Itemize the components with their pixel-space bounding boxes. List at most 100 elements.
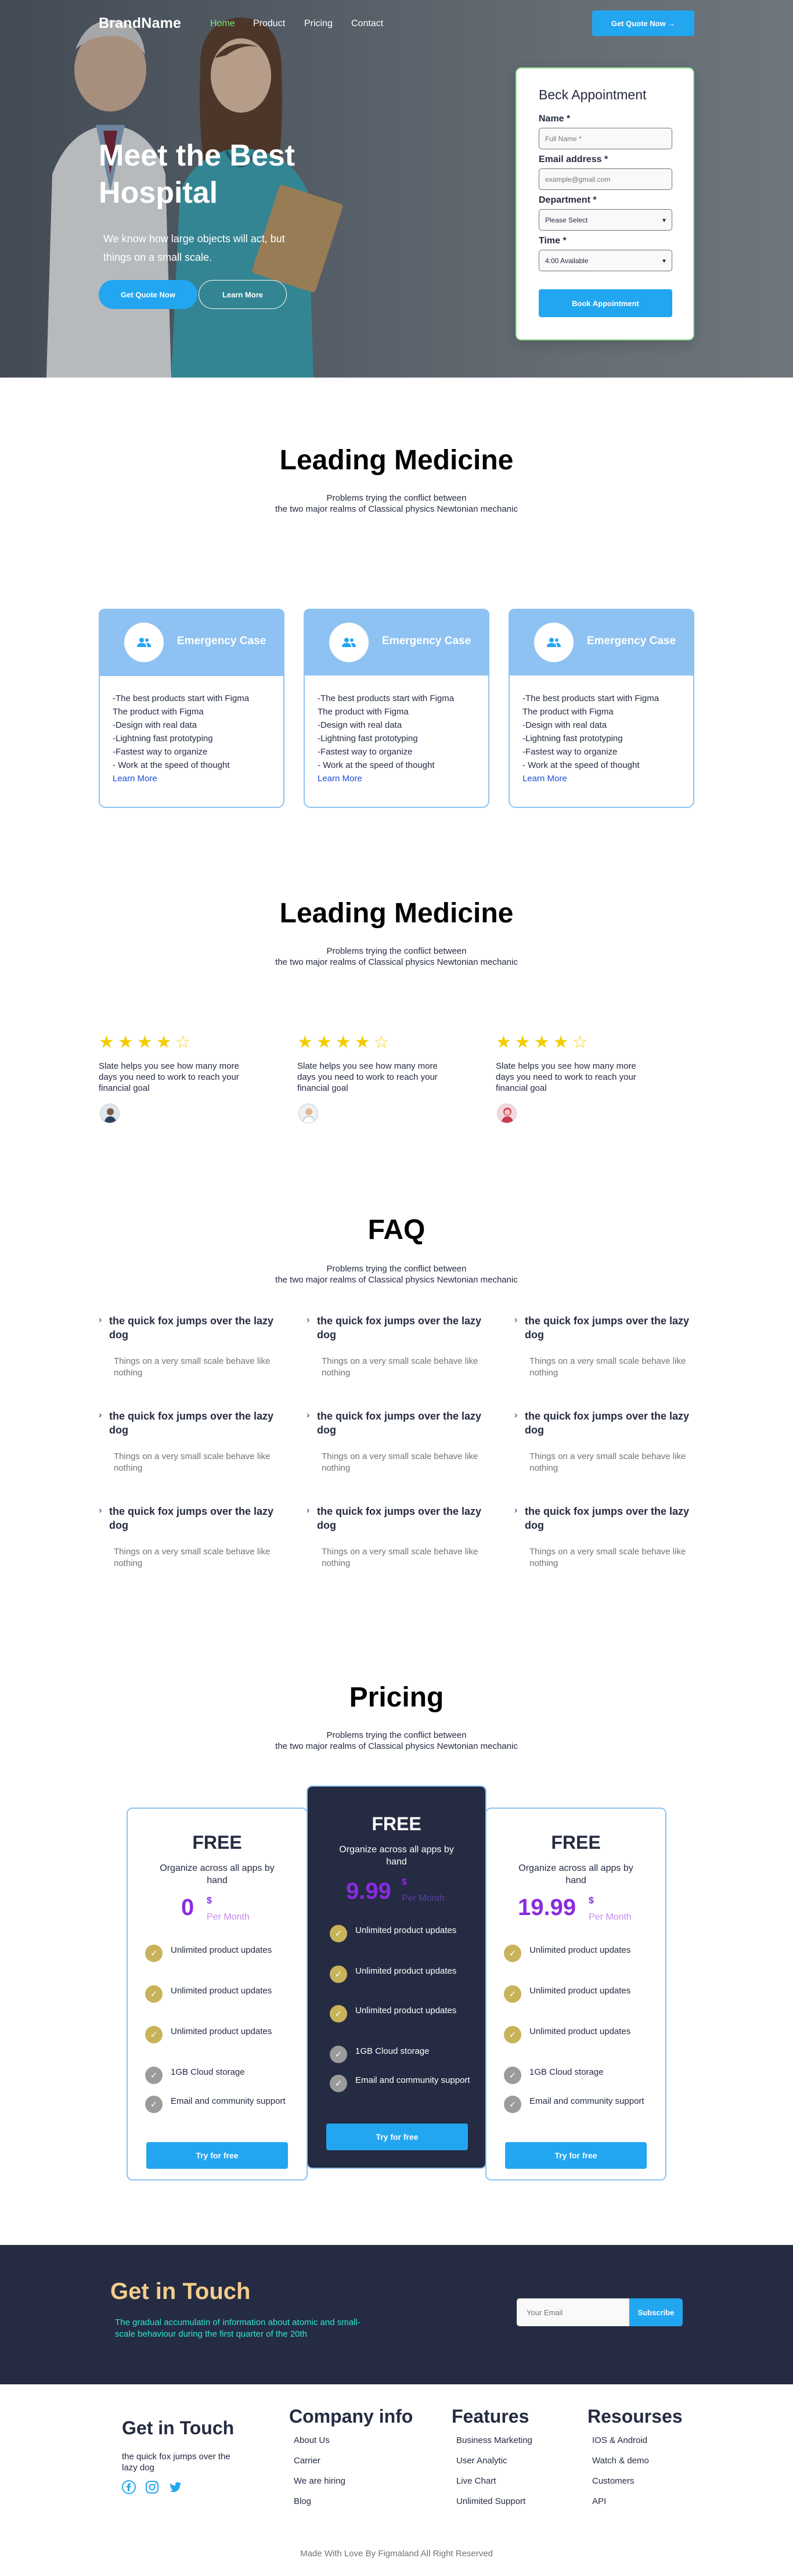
faq-answer: Things on a very small scale behave like…: [529, 1452, 686, 1473]
time-select[interactable]: 4:00 Available ▾: [539, 250, 672, 271]
service-learn-more-link[interactable]: Learn More: [113, 774, 157, 784]
department-select[interactable]: Please Select ▾: [539, 209, 672, 231]
star-outline-icon: ☆: [373, 1033, 390, 1052]
chevron-right-icon: ›: [307, 1506, 310, 1515]
testimonials-subtitle-2: the two major realms of Classical physic…: [275, 957, 518, 967]
chevron-down-icon: ▾: [662, 256, 666, 265]
star-icon: ★: [514, 1033, 531, 1052]
footer-link[interactable]: About Us: [294, 2435, 330, 2445]
footer-link[interactable]: Unlimited Support: [456, 2496, 525, 2506]
service-feature: -Design with real data: [113, 720, 197, 730]
avatar: [100, 1104, 120, 1123]
plan-period: Per Month: [589, 1912, 632, 1922]
faq-question: the quick fox jumps over the lazy dog: [317, 1315, 482, 1341]
plan-feature-label: Unlimited product updates: [355, 2006, 457, 2015]
faq-item[interactable]: › the quick fox jumps over the lazy dog …: [99, 1314, 290, 1378]
faq-item[interactable]: › the quick fox jumps over the lazy dog …: [514, 1409, 706, 1473]
faq-item[interactable]: › the quick fox jumps over the lazy dog …: [99, 1409, 290, 1473]
brand-logo[interactable]: BrandName: [99, 15, 181, 32]
plan-feature-label: Unlimited product updates: [171, 1986, 272, 1996]
faq-item[interactable]: › the quick fox jumps over the lazy dog …: [307, 1504, 498, 1568]
plan-feature-label: 1GB Cloud storage: [529, 2067, 604, 2077]
check-icon: ✓: [145, 2096, 163, 2113]
faq-item[interactable]: › the quick fox jumps over the lazy dog …: [99, 1504, 290, 1568]
faq-item[interactable]: › the quick fox jumps over the lazy dog …: [307, 1314, 498, 1378]
chevron-right-icon: ›: [514, 1315, 518, 1325]
users-icon-badge: [124, 623, 164, 662]
plan-feature: ✓ Unlimited product updates: [504, 1945, 649, 1962]
users-icon-badge: [534, 623, 574, 662]
plan-price: 0: [181, 1895, 194, 1920]
star-icon: ★: [335, 1033, 351, 1052]
twitter-icon[interactable]: [168, 2480, 182, 2494]
pricing-plan-card: FREE Organize across all apps by hand 0 …: [127, 1808, 308, 2180]
service-feature: -Fastest way to organize: [113, 747, 208, 757]
service-card-header: Emergency Case: [99, 609, 284, 676]
star-outline-icon: ☆: [572, 1033, 588, 1052]
check-icon: ✓: [145, 2067, 163, 2084]
name-input[interactable]: [539, 128, 672, 149]
chevron-right-icon: ›: [514, 1506, 518, 1515]
star-icon: ★: [496, 1033, 511, 1052]
star-icon: ★: [553, 1033, 569, 1052]
chevron-down-icon: ▾: [662, 215, 666, 224]
pricing-subtitle-1: Problems trying the conflict between: [326, 1730, 467, 1740]
testimonials-subtitle-1: Problems trying the conflict between: [326, 946, 467, 956]
footer-link[interactable]: API: [592, 2496, 606, 2506]
footer-link[interactable]: Business Marketing: [456, 2435, 532, 2445]
nav-home[interactable]: Home: [210, 19, 235, 29]
service-card-features: -The best products start with Figma The …: [522, 692, 685, 785]
service-card-body: -The best products start with Figma The …: [304, 676, 489, 808]
hero-subtitle: We know how large objects will act, but …: [103, 233, 285, 263]
star-icon: ★: [117, 1033, 134, 1052]
footer-link[interactable]: Customers: [592, 2476, 635, 2486]
pricing-subtitle-2: the two major realms of Classical physic…: [275, 1741, 518, 1751]
footer-link[interactable]: Blog: [294, 2496, 311, 2506]
plan-feature-label: Unlimited product updates: [355, 1966, 457, 1976]
nav-pricing[interactable]: Pricing: [304, 19, 333, 29]
check-icon: ✓: [504, 2026, 521, 2043]
footer-link[interactable]: Carrier: [294, 2456, 320, 2466]
try-for-free-button[interactable]: Try for free: [326, 2124, 468, 2150]
service-learn-more-link[interactable]: Learn More: [318, 774, 362, 784]
faq-question: the quick fox jumps over the lazy dog: [317, 1506, 482, 1531]
nav-product[interactable]: Product: [253, 19, 285, 29]
header-get-quote-button[interactable]: Get Quote Now →: [592, 10, 694, 36]
faq-item[interactable]: › the quick fox jumps over the lazy dog …: [514, 1504, 706, 1568]
testimonial-rating: ★ ★ ★ ★ ☆: [496, 1034, 592, 1051]
faq-answer: Things on a very small scale behave like…: [322, 1547, 478, 1568]
department-select-value: Please Select: [545, 215, 588, 224]
hero-get-quote-button[interactable]: Get Quote Now: [99, 280, 197, 309]
faq-question: the quick fox jumps over the lazy dog: [109, 1506, 274, 1531]
footer-link[interactable]: User Analytic: [456, 2456, 507, 2466]
faq-item[interactable]: › the quick fox jumps over the lazy dog …: [514, 1314, 706, 1378]
footer-link[interactable]: IOS & Android: [592, 2435, 647, 2445]
hero-learn-more-button[interactable]: Learn More: [199, 280, 287, 309]
facebook-icon[interactable]: [122, 2480, 136, 2494]
star-icon: ★: [316, 1033, 332, 1052]
newsletter-email-input[interactable]: [517, 2298, 629, 2326]
subscribe-button[interactable]: Subscribe: [629, 2298, 683, 2326]
faq-item[interactable]: › the quick fox jumps over the lazy dog …: [307, 1409, 498, 1473]
plan-feature: ✓ 1GB Cloud storage: [330, 2046, 475, 2063]
testimonial-text: Slate helps you see how many more days y…: [496, 1061, 636, 1093]
instagram-icon[interactable]: [145, 2480, 159, 2494]
footer-link[interactable]: We are hiring: [294, 2476, 345, 2486]
nav-contact[interactable]: Contact: [351, 19, 383, 29]
plan-feature: ✓ Email and community support: [504, 2096, 649, 2113]
faq-question: the quick fox jumps over the lazy dog: [109, 1410, 274, 1436]
email-input[interactable]: [539, 168, 672, 190]
time-label: Time *: [539, 236, 567, 246]
footer-link[interactable]: Live Chart: [456, 2476, 496, 2486]
users-icon: [137, 638, 151, 647]
try-for-free-button[interactable]: Try for free: [146, 2142, 288, 2169]
service-card-title: Emergency Case: [177, 635, 266, 647]
footer-link[interactable]: Watch & demo: [592, 2456, 649, 2466]
try-for-free-button[interactable]: Try for free: [505, 2142, 647, 2169]
plan-price: 19.99: [518, 1895, 576, 1920]
service-learn-more-link[interactable]: Learn More: [522, 774, 567, 784]
faq-question: the quick fox jumps over the lazy dog: [525, 1410, 690, 1436]
check-icon: ✓: [330, 2005, 347, 2022]
service-feature: -Design with real data: [522, 720, 607, 730]
book-appointment-button[interactable]: Book Appointment: [539, 289, 672, 317]
